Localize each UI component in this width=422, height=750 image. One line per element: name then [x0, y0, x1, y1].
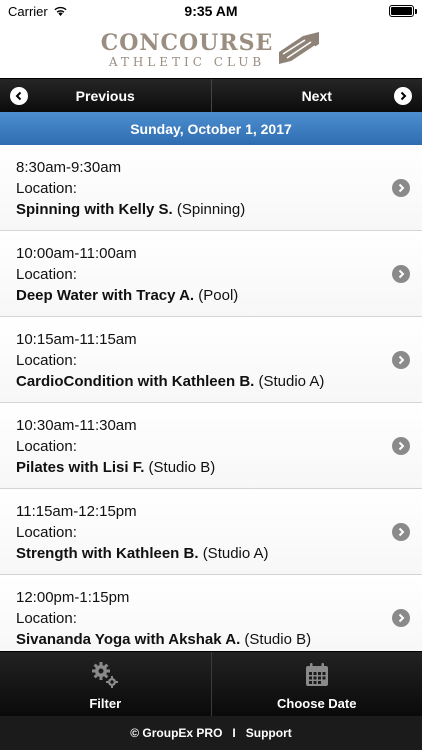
- club-logo-header: CONCOURSE ATHLETIC CLUB: [0, 22, 422, 78]
- chevron-right-icon: [392, 523, 410, 541]
- carrier-label: Carrier: [8, 3, 48, 19]
- class-title: CardioCondition with Kathleen B. (Studio…: [16, 371, 372, 392]
- class-title: Strength with Kathleen B. (Studio A): [16, 543, 372, 564]
- groupex-brand-link[interactable]: © GroupEx PRO: [130, 726, 222, 740]
- class-name: CardioCondition with Kathleen B.: [16, 373, 255, 390]
- class-time: 10:15am-11:15am: [16, 331, 137, 348]
- previous-day-button[interactable]: Previous: [0, 79, 211, 112]
- filter-button[interactable]: Filter: [0, 652, 211, 716]
- class-row[interactable]: 10:30am-11:30am Location: Pilates with L…: [0, 403, 422, 489]
- battery-icon: [389, 5, 417, 17]
- calendar-icon: [302, 660, 332, 690]
- class-title: Deep Water with Tracy A. (Pool): [16, 285, 372, 306]
- chevron-right-icon: [392, 609, 410, 627]
- chevron-right-icon: [392, 179, 410, 197]
- class-name: Spinning with Kelly S.: [16, 201, 173, 218]
- class-room: (Studio B): [148, 459, 216, 476]
- class-row[interactable]: 8:30am-9:30am Location: Spinning with Ke…: [0, 145, 422, 231]
- class-name: Deep Water with Tracy A.: [16, 287, 195, 304]
- next-day-button[interactable]: Next: [210, 79, 422, 112]
- day-navigation-bar: Previous Next: [0, 78, 422, 112]
- class-location-label: Location:: [16, 266, 77, 283]
- class-room: (Pool): [198, 287, 239, 304]
- footer: © GroupEx PRO I Support: [0, 716, 422, 750]
- class-location-label: Location:: [16, 610, 77, 627]
- footer-separator: I: [232, 726, 236, 740]
- class-schedule-list: 8:30am-9:30am Location: Spinning with Ke…: [0, 145, 422, 651]
- class-time: 10:00am-11:00am: [16, 245, 137, 262]
- class-room: (Spinning): [176, 201, 246, 218]
- gears-icon: [90, 660, 120, 690]
- chevron-right-icon: [394, 87, 412, 105]
- status-left: Carrier: [8, 4, 68, 19]
- class-location-label: Location:: [16, 180, 77, 197]
- class-title: Sivananda Yoga with Akshak A. (Studio B): [16, 629, 372, 650]
- chevron-left-icon: [10, 87, 28, 105]
- club-logo: CONCOURSE ATHLETIC CLUB: [101, 30, 322, 71]
- logo-title: CONCOURSE: [100, 30, 274, 56]
- class-time: 11:15am-12:15pm: [16, 503, 137, 520]
- class-location-label: Location:: [16, 524, 77, 541]
- class-title: Spinning with Kelly S. (Spinning): [16, 199, 372, 220]
- class-room: (Studio A): [258, 373, 325, 390]
- support-link[interactable]: Support: [246, 726, 292, 740]
- schedule-date-header: Sunday, October 1, 2017: [0, 112, 422, 145]
- class-name: Strength with Kathleen B.: [16, 545, 199, 562]
- class-room: (Studio A): [202, 545, 269, 562]
- class-location-label: Location:: [16, 352, 77, 369]
- class-row[interactable]: 10:00am-11:00am Location: Deep Water wit…: [0, 231, 422, 317]
- next-label: Next: [301, 87, 332, 104]
- chevron-right-icon: [392, 437, 410, 455]
- class-room: (Studio B): [244, 631, 312, 648]
- status-bar: Carrier 9:35 AM: [0, 0, 422, 22]
- bottom-toolbar: Filter Choose Date: [0, 651, 422, 716]
- filter-label: Filter: [89, 696, 122, 711]
- chevron-right-icon: [392, 265, 410, 283]
- class-row[interactable]: 11:15am-12:15pm Location: Strength with …: [0, 489, 422, 575]
- choose-date-label: Choose Date: [277, 696, 357, 711]
- previous-label: Previous: [75, 87, 135, 104]
- class-time: 12:00pm-1:15pm: [16, 589, 130, 606]
- class-name: Pilates with Lisi F.: [16, 459, 145, 476]
- class-title: Pilates with Lisi F. (Studio B): [16, 457, 372, 478]
- chevron-right-icon: [392, 351, 410, 369]
- logo-mark-icon: [277, 30, 321, 71]
- class-time: 8:30am-9:30am: [16, 159, 122, 176]
- class-row[interactable]: 12:00pm-1:15pm Location: Sivananda Yoga …: [0, 575, 422, 651]
- class-row[interactable]: 10:15am-11:15am Location: CardioConditio…: [0, 317, 422, 403]
- class-location-label: Location:: [16, 438, 77, 455]
- class-name: Sivananda Yoga with Akshak A.: [16, 631, 241, 648]
- class-time: 10:30am-11:30am: [16, 417, 137, 434]
- wifi-icon: [53, 4, 68, 19]
- logo-subtitle: ATHLETIC CLUB: [108, 55, 266, 69]
- choose-date-button[interactable]: Choose Date: [210, 652, 422, 716]
